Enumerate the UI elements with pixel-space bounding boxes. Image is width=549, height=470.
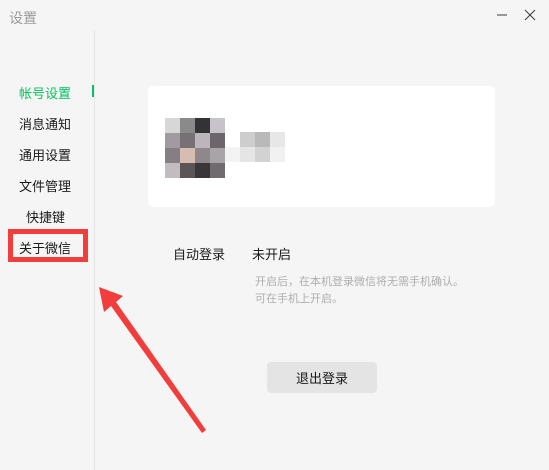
nickname [225,132,285,162]
sidebar-item-label: 快捷键 [26,210,66,226]
auto-login-description-line: 开启后，在本机登录微信将无需手机确认。 [255,275,464,288]
sidebar-item-label: 文件管理 [19,179,72,195]
active-indicator [92,85,94,97]
close-button[interactable] [517,2,543,28]
sidebar-item-label: 帐号设置 [19,86,72,102]
auto-login-status: 未开启 [252,248,292,263]
logout-button[interactable]: 退出登录 [267,362,377,393]
settings-window: 设置 帐号设置 消息通知 通用设置 文件管理 快捷键 关于微信 自动登录 未开启… [0,0,549,470]
sidebar-item-shortcuts[interactable]: 快捷键 [0,205,94,227]
annotation-highlight-box [8,229,88,262]
annotation-arrow-shape [99,287,206,433]
auto-login-label: 自动登录 [173,248,226,263]
window-controls [489,2,543,28]
auto-login-description: 开启后，在本机登录微信将无需手机确认。 可在手机上开启。 [255,273,515,307]
window-title: 设置 [9,11,37,27]
minimize-icon [497,14,507,16]
auto-login-description-line: 可在手机上开启。 [255,292,343,305]
minimize-button[interactable] [489,2,515,28]
sidebar-item-files[interactable]: 文件管理 [0,174,94,196]
sidebar-item-notifications[interactable]: 消息通知 [0,112,94,134]
sidebar-item-label: 消息通知 [19,117,72,133]
sidebar-item-account[interactable]: 帐号设置 [0,81,94,103]
close-icon [524,9,536,21]
profile-card [148,86,495,207]
sidebar-item-general[interactable]: 通用设置 [0,143,94,165]
avatar [165,118,225,178]
sidebar-item-label: 通用设置 [19,148,72,164]
